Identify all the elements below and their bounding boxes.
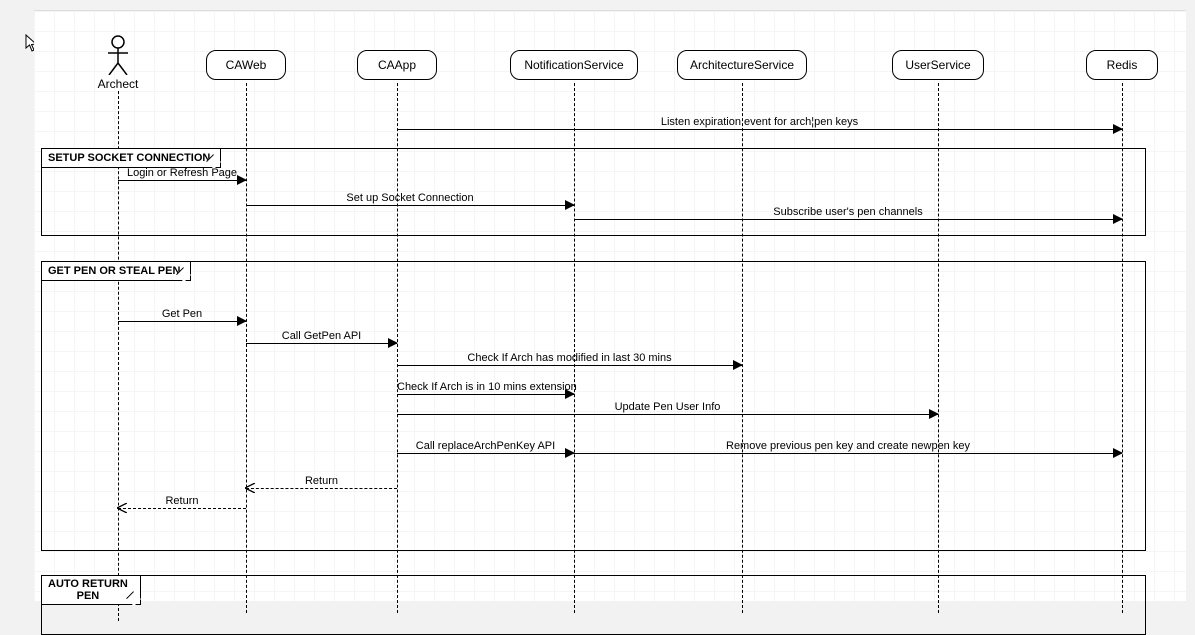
- actor-label: Archect: [78, 77, 158, 91]
- msg-getpenapi: Call GetPen API: [246, 333, 397, 345]
- msg-setup-socket: Set up Socket Connection: [246, 195, 574, 207]
- actor-icon: [106, 35, 130, 75]
- participant-redis: Redis: [1086, 50, 1158, 80]
- msg-removeprev: Remove previous pen key and create newpe…: [574, 443, 1122, 455]
- participant-usersvc: UserService: [892, 50, 984, 80]
- participant-caweb: CAWeb: [206, 50, 286, 80]
- msg-check10: Check If Arch is in 10 mins extension: [397, 384, 574, 396]
- msg-return1: Return: [246, 478, 397, 490]
- msg-replacekey: Call replaceArchPenKey API: [397, 443, 574, 455]
- actor-archect: Archect: [78, 35, 158, 91]
- msg-login: Login or Refresh Page: [118, 170, 246, 182]
- fragment-autoreturn: AUTO RETURN PEN: [41, 575, 1146, 635]
- participant-archsvc: ArchitectureService: [677, 50, 807, 80]
- fragment-setup-socket: SETUP SOCKET CONNECTION: [41, 148, 1146, 236]
- participant-notification: NotificationService: [510, 50, 638, 80]
- fragment-title-autoreturn: AUTO RETURN PEN: [42, 576, 141, 605]
- diagram-canvas: Archect CAWeb CAApp NotificationService …: [34, 10, 1186, 601]
- msg-check30: Check If Arch has modified in last 30 mi…: [397, 355, 742, 367]
- fragment-title-getpen: GET PEN OR STEAL PEN: [42, 262, 191, 281]
- msg-updatepen: Update Pen User Info: [397, 404, 938, 416]
- msg-getpen: Get Pen: [118, 311, 246, 323]
- msg-listen: Listen expiration event for arch¦pen key…: [397, 119, 1122, 131]
- fragment-title-setup: SETUP SOCKET CONNECTION: [42, 149, 221, 168]
- msg-return2: Return: [118, 498, 246, 510]
- msg-subscribe: Subscribe user's pen channels: [574, 209, 1122, 221]
- participant-caapp: CAApp: [357, 50, 437, 80]
